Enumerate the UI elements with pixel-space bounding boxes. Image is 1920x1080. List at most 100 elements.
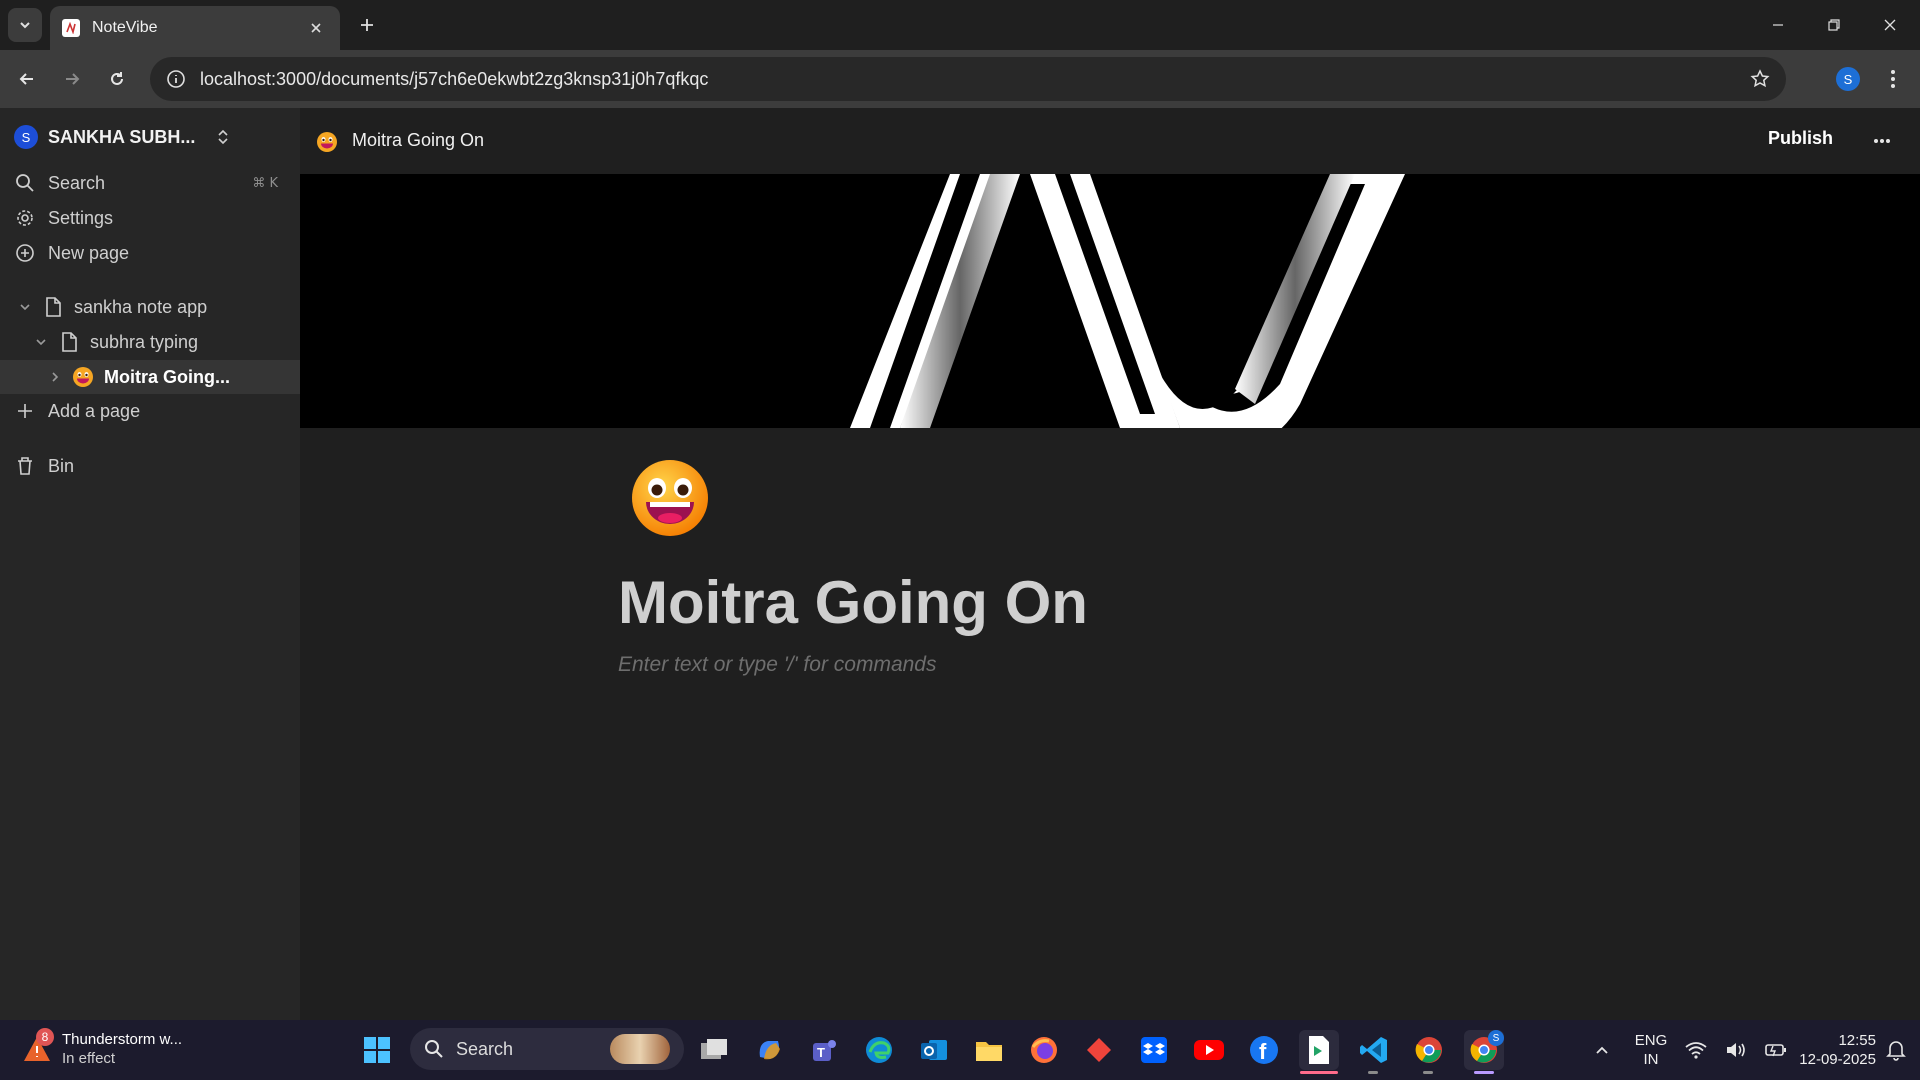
language-indicator[interactable]: ENG IN	[1630, 1031, 1672, 1069]
address-bar[interactable]: localhost:3000/documents/j57ch6e0ekwbt2z…	[150, 57, 1786, 101]
workspace-switcher[interactable]: S SANKHA SUBH...	[14, 122, 195, 152]
windows-taskbar: 8 Thunderstorm w... In effect Search T f…	[0, 1020, 1920, 1080]
restore-icon	[1828, 19, 1840, 31]
grinning-face-emoji-icon[interactable]	[316, 131, 338, 153]
chrome-profile-badge: S	[1488, 1030, 1504, 1046]
sidebar-item-subhra-typing[interactable]: subhra typing	[0, 325, 300, 359]
teams-icon[interactable]: T	[804, 1030, 844, 1070]
weather-status: In effect	[62, 1050, 116, 1067]
dropbox-icon[interactable]	[1134, 1030, 1174, 1070]
task-view-icon[interactable]	[694, 1030, 734, 1070]
active-app-indicator	[1474, 1071, 1494, 1074]
sidebar-add-page[interactable]: Add a page	[0, 394, 300, 428]
firefox-icon[interactable]	[1024, 1030, 1064, 1070]
document-navbar: Moitra Going On Publish	[300, 108, 1920, 174]
edge-icon[interactable]	[859, 1030, 899, 1070]
clock-date: 12-09-2025	[1799, 1051, 1876, 1068]
browser-tab-active[interactable]: NoteVibe	[50, 6, 340, 50]
publish-button[interactable]: Publish	[1768, 128, 1833, 149]
reload-button[interactable]	[100, 62, 134, 96]
document-view: Moitra Going On Publish Moitra Going On …	[300, 108, 1920, 1020]
show-hidden-icons-button[interactable]	[1582, 1030, 1622, 1070]
workspace-name: SANKHA SUBH...	[48, 126, 196, 147]
restore-button[interactable]	[1814, 8, 1854, 42]
weather-widget[interactable]: 8 Thunderstorm w... In effect	[22, 1028, 183, 1068]
profile-avatar[interactable]: S	[1836, 67, 1860, 91]
tab-title: NoteVibe	[92, 19, 158, 36]
back-button[interactable]	[10, 62, 44, 96]
anydesk-icon[interactable]	[1079, 1030, 1119, 1070]
sidebar-item-label: Moitra Going...	[104, 366, 230, 387]
copilot-icon[interactable]	[749, 1030, 789, 1070]
arrow-left-icon	[19, 73, 33, 85]
active-app-indicator	[1300, 1071, 1338, 1074]
svg-text:T: T	[817, 1045, 825, 1060]
plus-circle-icon	[14, 242, 36, 264]
more-horizontal-icon	[1874, 139, 1890, 143]
plus-icon	[14, 400, 36, 422]
bookmark-star-icon[interactable]	[1750, 69, 1770, 89]
outlook-icon[interactable]	[914, 1030, 954, 1070]
minimize-button[interactable]	[1758, 8, 1798, 42]
search-icon	[14, 172, 36, 194]
taskbar-search-label: Search	[456, 1038, 514, 1059]
cover-image[interactable]	[300, 174, 1920, 428]
gear-icon	[14, 207, 36, 229]
tab-close-icon[interactable]	[304, 16, 328, 40]
tab-search-button[interactable]	[8, 8, 42, 42]
new-tab-button[interactable]	[352, 10, 382, 40]
url-text[interactable]: localhost:3000/documents/j57ch6e0ekwbt2z…	[200, 69, 1750, 90]
sidebar-new-page[interactable]: New page	[0, 236, 300, 270]
notevibe-taskbar-icon[interactable]	[1299, 1030, 1339, 1070]
file-explorer-icon[interactable]	[969, 1030, 1009, 1070]
sidebar-search[interactable]: Search ⌘ K	[0, 166, 300, 200]
minimize-icon	[1773, 24, 1783, 26]
sidebar-settings[interactable]: Settings	[0, 201, 300, 235]
weather-badge: 8	[36, 1028, 54, 1046]
sidebar-item-label: subhra typing	[90, 331, 199, 352]
youtube-icon[interactable]	[1189, 1030, 1229, 1070]
chevron-right-icon[interactable]	[44, 366, 66, 388]
chevron-down-icon[interactable]	[14, 296, 36, 318]
start-button[interactable]	[357, 1030, 397, 1070]
chrome-icon[interactable]	[1409, 1030, 1449, 1070]
language-code: ENG	[1634, 1032, 1668, 1049]
taskbar-search[interactable]: Search	[410, 1028, 684, 1070]
page-icon-emoji[interactable]	[630, 458, 710, 538]
notevibe-app: S SANKHA SUBH... Search ⌘ K Settings New…	[0, 108, 1920, 1020]
clock[interactable]: 12:55 12-09-2025	[1780, 1031, 1876, 1069]
forward-button[interactable]	[55, 62, 89, 96]
browser-menu-button[interactable]	[1876, 62, 1910, 96]
running-app-indicator	[1368, 1071, 1378, 1074]
chevron-down-icon[interactable]	[30, 331, 52, 353]
notification-center-button[interactable]	[1876, 1030, 1916, 1070]
windows-logo-icon	[364, 1037, 390, 1063]
clock-time: 12:55	[1838, 1032, 1876, 1049]
weather-title: Thunderstorm w...	[62, 1031, 183, 1048]
file-icon	[58, 331, 80, 353]
sidebar-item-sankha-note-app[interactable]: sankha note app	[0, 290, 300, 324]
vscode-icon[interactable]	[1354, 1030, 1394, 1070]
facebook-icon[interactable]: f	[1244, 1030, 1284, 1070]
breadcrumb-title[interactable]: Moitra Going On	[352, 130, 484, 151]
search-icon	[425, 1040, 443, 1058]
chevron-down-icon	[20, 22, 30, 29]
page-title[interactable]: Moitra Going On	[618, 568, 1088, 637]
more-options-button[interactable]	[1868, 128, 1896, 154]
editor-placeholder[interactable]: Enter text or type '/' for commands	[618, 653, 936, 677]
weather-alert-icon: 8	[22, 1028, 54, 1064]
notification-bell-icon	[1886, 1041, 1906, 1061]
close-window-button[interactable]	[1870, 8, 1910, 42]
arrow-right-icon	[66, 73, 80, 85]
sidebar-item-moitra-going-on[interactable]: Moitra Going...	[0, 360, 300, 394]
cover-logo-graphic	[850, 174, 1405, 428]
site-info-icon[interactable]	[166, 69, 186, 89]
chrome-profile-icon[interactable]: S	[1464, 1030, 1504, 1070]
sidebar-settings-label: Settings	[48, 207, 114, 228]
sidebar-bin[interactable]: Bin	[0, 449, 300, 483]
system-tray-status[interactable]	[1676, 1030, 1796, 1070]
workspace-toggle[interactable]	[212, 126, 234, 148]
region-code: IN	[1643, 1051, 1659, 1068]
browser-toolbar: localhost:3000/documents/j57ch6e0ekwbt2z…	[0, 50, 1920, 108]
chevrons-up-down-icon	[218, 129, 228, 145]
